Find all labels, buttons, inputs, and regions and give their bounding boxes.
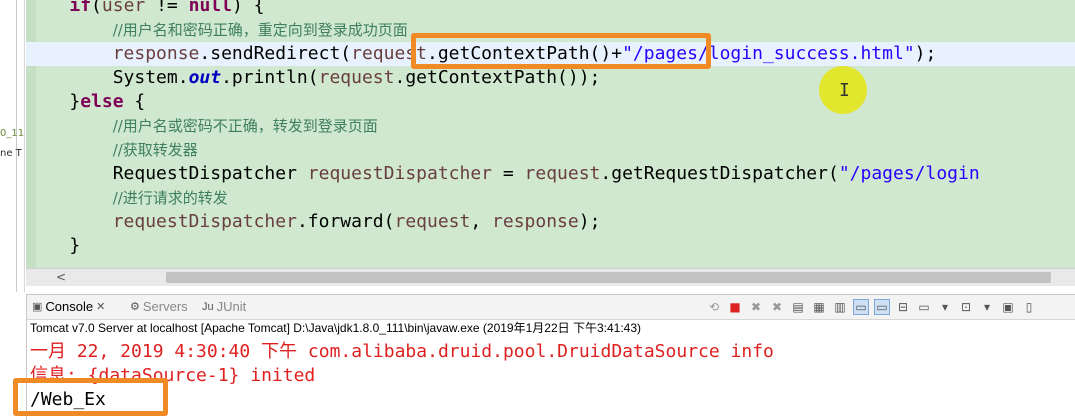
side-text-fragment: 0_11 (0, 128, 25, 139)
junit-icon: Ju (202, 301, 214, 313)
code-token: requestDispatcher (112, 211, 297, 232)
tab-junit[interactable]: Ju JUnit (202, 298, 246, 316)
tab-label: Servers (142, 299, 188, 314)
package-explorer-edge: 0_11 ne T (0, 0, 25, 292)
code-token: .getRequestDispatcher( (600, 163, 839, 184)
code-token: request (394, 211, 471, 232)
highlight-box-output (13, 378, 168, 416)
code-line[interactable]: //用户名或密码不正确，转发到登录页面 (26, 114, 378, 138)
code-line[interactable]: requestDispatcher.forward(request, respo… (26, 210, 601, 234)
code-editor[interactable]: if(user != null) { //用户名和密码正确，重定向到登录成功页面… (26, 0, 1075, 268)
show-on-stdout-icon[interactable]: ▭ (853, 299, 869, 315)
code-token: , (470, 211, 493, 232)
code-line[interactable]: //获取转发器 (26, 138, 198, 162)
code-token: request (318, 67, 395, 88)
code-token: = (492, 163, 525, 184)
code-token: response (492, 211, 579, 232)
console-view-tabbar: ▣ Console ✕ ⚙ Servers Ju JUnit ⟲ ■ ✖ ✖ ▤… (26, 294, 1075, 320)
console-toolbar: ⟲ ■ ✖ ✖ ▤ ▦ ▥ ▭ ▭ ⊟ ▭ ▾ ⊡ ▾ ▣ ▯ (706, 298, 1037, 316)
code-token: .println( (221, 67, 319, 88)
code-line[interactable]: System.out.println(request.getContextPat… (26, 66, 601, 90)
new-console-icon[interactable]: ⊡ (958, 299, 974, 315)
code-token: RequestDispatcher (112, 163, 308, 184)
code-token: //用户名和密码正确，重定向到登录成功页面 (112, 21, 408, 39)
code-token: .getContextPath()); (394, 67, 601, 88)
divider (16, 0, 17, 292)
console-process-label: Tomcat v7.0 Server at localhost [Apache … (30, 321, 641, 335)
console-output-line: 一月 22, 2019 4:30:40 下午 com.alibaba.druid… (30, 341, 774, 362)
code-token: } (69, 235, 81, 256)
code-token: System. (112, 67, 189, 88)
restart-icon[interactable]: ⟲ (706, 299, 722, 315)
code-line[interactable]: } (26, 234, 80, 258)
code-line[interactable]: //用户名和密码正确，重定向到登录成功页面 (26, 18, 408, 42)
dropdown-icon[interactable]: ▾ (937, 299, 953, 315)
code-line[interactable]: }else { (26, 90, 145, 114)
terminate-icon[interactable]: ■ (727, 299, 743, 315)
code-token: ) { (231, 0, 265, 16)
remove-launch-icon[interactable]: ✖ (748, 299, 764, 315)
code-line[interactable]: //进行请求的转发 (26, 186, 228, 210)
show-on-stderr-icon[interactable]: ▭ (874, 299, 890, 315)
code-token: else (80, 91, 124, 112)
clear-console-icon[interactable]: ▤ (790, 299, 806, 315)
code-token: ); (578, 211, 601, 232)
code-line[interactable]: if(user != null) { (26, 0, 264, 18)
side-text-fragment: ne T (0, 148, 22, 159)
horizontal-scrollbar[interactable]: < (26, 268, 1075, 286)
code-token: != (145, 0, 189, 16)
code-token: .forward( (296, 211, 395, 232)
code-token: response (112, 43, 200, 64)
code-token: request (524, 163, 601, 184)
tab-label: Console (45, 299, 94, 314)
code-token: requestDispatcher (307, 163, 493, 184)
code-token: //进行请求的转发 (112, 189, 228, 207)
text-cursor-icon: I (839, 80, 850, 101)
minimize-icon[interactable]: ▣ (1000, 299, 1016, 315)
scroll-left-icon[interactable]: < (56, 269, 66, 286)
tab-console[interactable]: ▣ Console ✕ (32, 298, 105, 316)
code-token: .sendRedirect( (199, 43, 352, 64)
code-token: out (188, 67, 222, 88)
code-token: user (101, 0, 146, 16)
scrollbar-thumb[interactable] (166, 272, 1051, 283)
code-token: { (123, 91, 146, 112)
code-token: if (69, 0, 92, 16)
tab-servers[interactable]: ⚙ Servers (130, 298, 188, 316)
scroll-lock-icon[interactable]: ▦ (811, 299, 827, 315)
code-token: //用户名或密码不正确，转发到登录页面 (112, 117, 378, 135)
pin-console-icon[interactable]: ⊟ (895, 299, 911, 315)
console-icon: ▣ (32, 301, 43, 313)
highlight-box-context-path (411, 33, 711, 69)
code-token: //获取转发器 (112, 141, 198, 159)
close-icon[interactable]: ✕ (96, 298, 105, 316)
display-console-icon[interactable]: ▭ (916, 299, 932, 315)
code-token: ( (91, 0, 102, 16)
maximize-icon[interactable]: ▯ (1021, 299, 1037, 315)
code-line[interactable]: RequestDispatcher requestDispatcher = re… (26, 162, 980, 186)
tab-label: JUnit (216, 299, 247, 314)
code-token: null (188, 0, 232, 16)
servers-icon: ⚙ (130, 301, 140, 313)
code-token: ); (914, 43, 937, 64)
remove-all-icon[interactable]: ✖ (769, 299, 785, 315)
code-token: } (69, 91, 81, 112)
word-wrap-icon[interactable]: ▥ (832, 299, 848, 315)
dropdown-icon[interactable]: ▾ (979, 299, 995, 315)
code-token: "/pages/login (838, 163, 980, 184)
